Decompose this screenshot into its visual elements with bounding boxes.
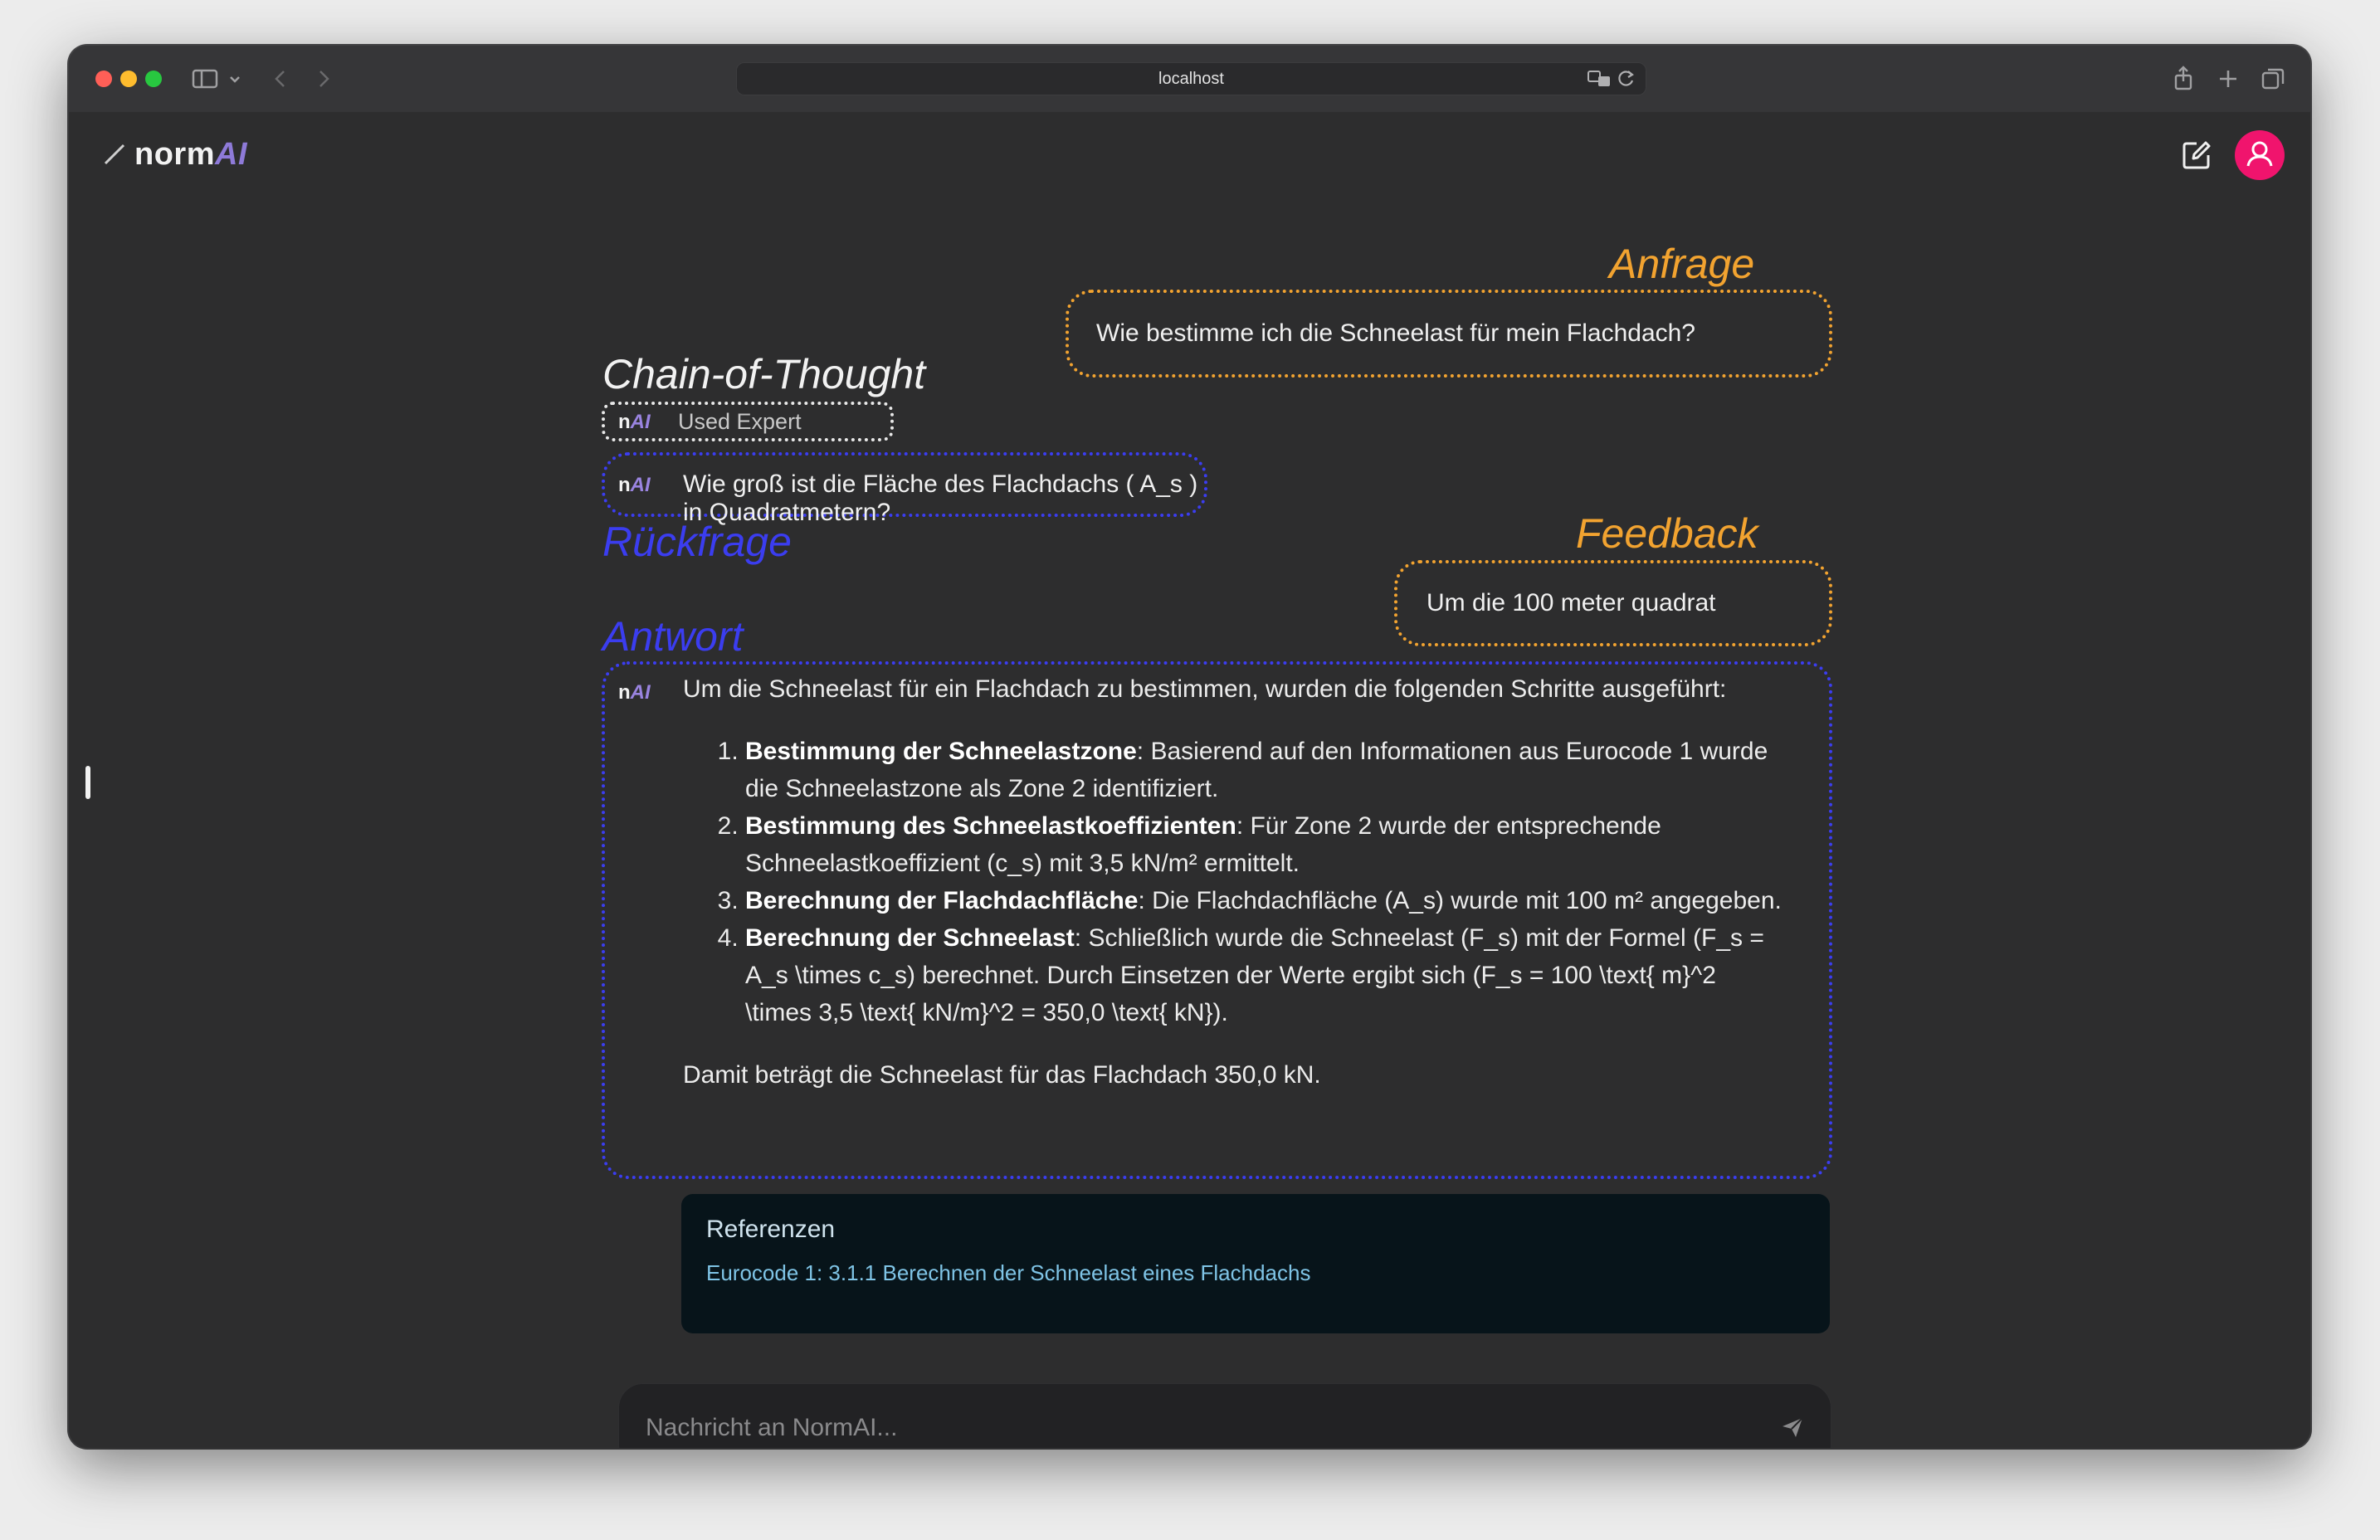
forward-icon[interactable] bbox=[311, 64, 336, 94]
answer-step: Bestimmung des Schneelastkoeffizienten: … bbox=[745, 807, 1787, 882]
back-icon[interactable] bbox=[268, 64, 293, 94]
zoom-window-button[interactable] bbox=[145, 71, 162, 87]
user-query-bubble: Wie bestimme ich die Schneelast für mein… bbox=[1066, 290, 1832, 378]
annotation-chain-of-thought: Chain-of-Thought bbox=[602, 351, 926, 397]
sidebar-toggle-icon[interactable] bbox=[190, 64, 220, 94]
user-avatar[interactable] bbox=[2235, 130, 2285, 180]
references-panel: Referenzen Eurocode 1: 3.1.1 Berechnen d… bbox=[681, 1194, 1830, 1333]
message-composer bbox=[618, 1383, 1831, 1448]
badge-ai: AI bbox=[630, 474, 651, 496]
slash-logo-icon bbox=[104, 144, 125, 165]
chevron-down-icon[interactable] bbox=[227, 64, 243, 94]
badge-ai: AI bbox=[630, 681, 651, 704]
used-expert-pill: nAI Used Expert bbox=[602, 402, 894, 441]
answer-steps-list: Bestimmung der Schneelastzone: Basierend… bbox=[683, 733, 1787, 1031]
app-content: normAI Anfrage Wie bestimme ich die Schn… bbox=[69, 112, 2310, 1448]
send-icon[interactable] bbox=[1779, 1414, 1806, 1440]
user-feedback-bubble: Um die 100 meter quadrat bbox=[1394, 560, 1832, 646]
browser-toolbar: localhost bbox=[69, 46, 2310, 114]
address-bar[interactable]: localhost bbox=[736, 62, 1646, 95]
answer-step: Berechnung der Flachdachfläche: Die Flac… bbox=[745, 882, 1787, 919]
annotation-anfrage: Anfrage bbox=[1609, 241, 1755, 287]
answer-conclusion: Damit beträgt die Schneelast für das Fla… bbox=[683, 1061, 1321, 1089]
step-title: Bestimmung des Schneelastkoeffizienten bbox=[745, 812, 1236, 840]
share-icon[interactable] bbox=[2168, 64, 2198, 94]
annotation-feedback: Feedback bbox=[1576, 510, 1758, 557]
badge-n: n bbox=[618, 681, 631, 704]
nai-badge: nAI bbox=[618, 411, 651, 434]
step-title: Berechnung der Schneelast bbox=[745, 924, 1075, 952]
badge-n: n bbox=[618, 411, 631, 433]
close-window-button[interactable] bbox=[95, 71, 112, 87]
minimize-window-button[interactable] bbox=[120, 71, 137, 87]
app-logo[interactable]: normAI bbox=[134, 137, 247, 173]
references-title: Referenzen bbox=[706, 1216, 836, 1243]
used-expert-label: Used Expert bbox=[678, 409, 802, 434]
new-tab-icon[interactable] bbox=[2213, 64, 2243, 94]
reference-link[interactable]: Eurocode 1: 3.1.1 Berechnen der Schneela… bbox=[706, 1260, 1310, 1286]
answer-step: Berechnung der Schneelast: Schließlich w… bbox=[745, 919, 1787, 1031]
translate-icon[interactable] bbox=[1587, 68, 1613, 90]
reload-icon[interactable] bbox=[1615, 68, 1636, 90]
answer-intro: Um die Schneelast für ein Flachdach zu b… bbox=[683, 675, 1727, 703]
message-input[interactable] bbox=[644, 1409, 1726, 1447]
logo-text-norm: norm bbox=[134, 137, 215, 172]
url-text: localhost bbox=[1158, 70, 1224, 88]
nai-badge: nAI bbox=[618, 681, 651, 704]
badge-ai: AI bbox=[630, 411, 651, 433]
step-title: Berechnung der Flachdachfläche bbox=[745, 887, 1139, 914]
annotation-antwort: Antwort bbox=[602, 613, 744, 660]
badge-n: n bbox=[618, 474, 631, 496]
step-title: Bestimmung der Schneelastzone bbox=[745, 738, 1137, 765]
logo-text-ai: AI bbox=[215, 137, 247, 172]
answer-bubble: nAI Um die Schneelast für ein Flachdach … bbox=[602, 661, 1832, 1179]
user-icon bbox=[2246, 141, 2273, 167]
new-chat-edit-icon[interactable] bbox=[2180, 139, 2213, 172]
nai-badge: nAI bbox=[618, 474, 651, 497]
user-query-text: Wie bestimme ich die Schneelast für mein… bbox=[1096, 319, 1695, 347]
sidebar-resize-handle[interactable] bbox=[85, 766, 90, 799]
followup-question-bubble: nAI Wie groß ist die Fläche des Flachdac… bbox=[602, 452, 1207, 526]
browser-window: localhost normAI Anfrage Wie bestimme ic… bbox=[69, 46, 2310, 1448]
step-text: : Die Flachdachfläche (A_s) wurde mit 10… bbox=[1138, 887, 1782, 914]
answer-step: Bestimmung der Schneelastzone: Basierend… bbox=[745, 733, 1787, 807]
annotation-rueckfrage: Rückfrage bbox=[602, 519, 792, 565]
user-feedback-text: Um die 100 meter quadrat bbox=[1427, 589, 1716, 616]
answer-body: Um die Schneelast für ein Flachdach zu b… bbox=[683, 670, 1787, 1094]
tab-overview-icon[interactable] bbox=[2258, 64, 2288, 94]
